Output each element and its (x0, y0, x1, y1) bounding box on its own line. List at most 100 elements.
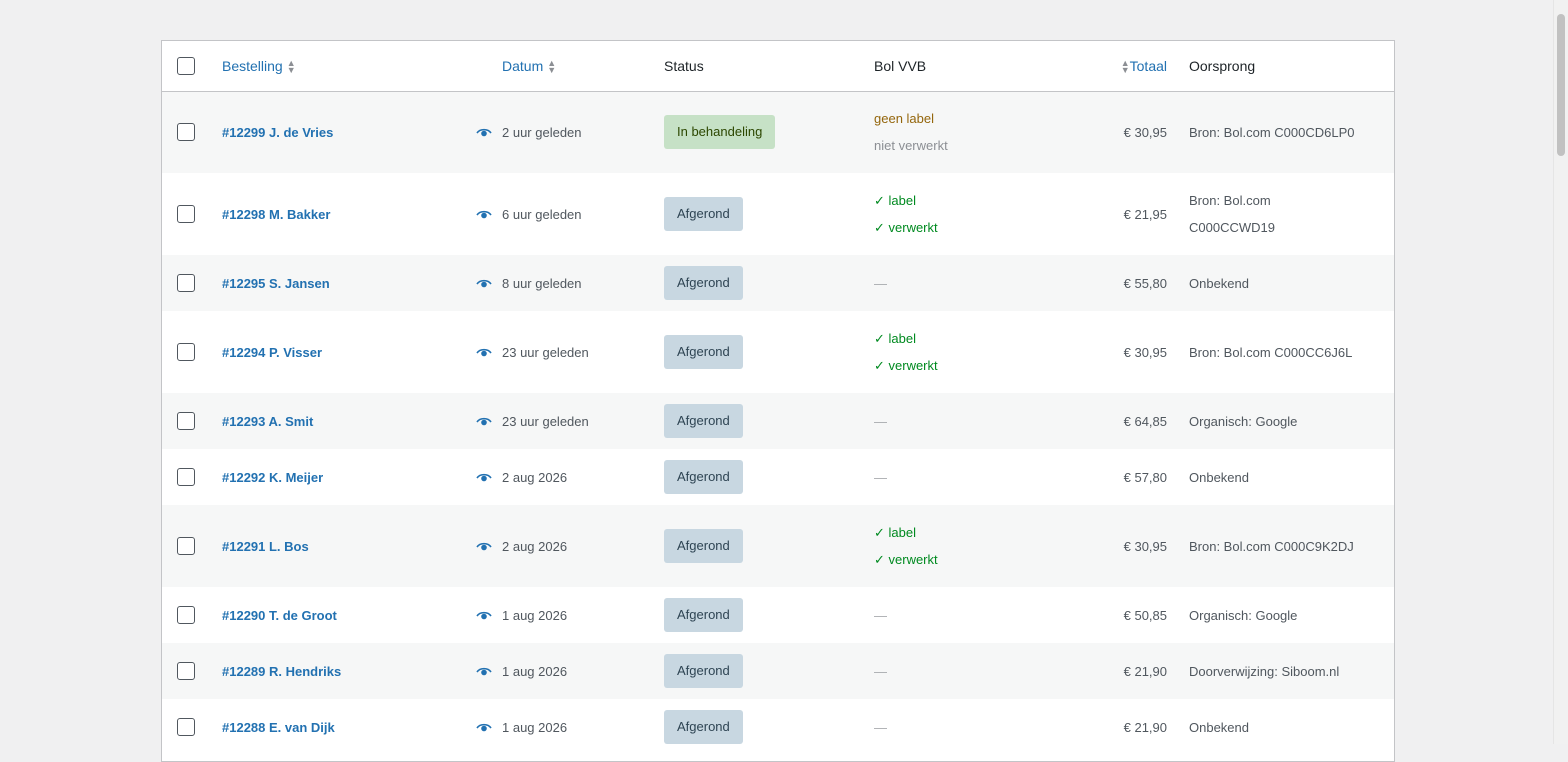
table-row[interactable]: #12295 S. Jansen 8 uur geleden Afgerond … (162, 255, 1394, 311)
table-row[interactable]: #12290 T. de Groot 1 aug 2026 Afgerond —… (162, 587, 1394, 643)
order-link[interactable]: #12295 S. Jansen (222, 276, 330, 291)
row-checkbox-cell (162, 449, 208, 505)
eye-icon[interactable] (476, 611, 492, 621)
row-checkbox[interactable] (177, 205, 195, 223)
column-status: Status (664, 57, 704, 74)
sort-total-link[interactable]: Totaal (1130, 58, 1167, 74)
order-cell: #12293 A. Smit (208, 393, 432, 449)
preview-cell (432, 173, 502, 255)
table-row[interactable]: #12293 A. Smit 23 uur geleden Afgerond —… (162, 393, 1394, 449)
row-checkbox[interactable] (177, 662, 195, 680)
bol-status-line: — (874, 663, 887, 679)
sort-order-link[interactable]: Bestelling (222, 58, 283, 74)
status-badge: Afgerond (664, 460, 743, 494)
status-cell: Afgerond (664, 449, 874, 505)
sort-arrows-icon[interactable]: ▲ ▼ (287, 58, 296, 74)
order-date: 8 uur geleden (502, 275, 582, 291)
order-total: € 21,90 (1123, 663, 1167, 679)
status-cell: Afgerond (664, 699, 874, 755)
bol-status-line: ✓ verwerkt (874, 358, 938, 373)
status-cell: Afgerond (664, 643, 874, 699)
bol-status-line: — (874, 719, 887, 735)
order-link[interactable]: #12293 A. Smit (222, 414, 313, 429)
order-link[interactable]: #12292 K. Meijer (222, 470, 323, 485)
column-origin: Oorsprong (1189, 57, 1256, 74)
order-cell: #12295 S. Jansen (208, 255, 432, 311)
scrollbar-thumb[interactable] (1557, 14, 1565, 156)
order-link[interactable]: #12290 T. de Groot (222, 608, 337, 623)
column-date[interactable]: Datum ▲ ▼ (502, 41, 664, 91)
origin-text: Onbekend (1189, 719, 1249, 735)
row-checkbox[interactable] (177, 468, 195, 486)
row-checkbox[interactable] (177, 274, 195, 292)
table-row[interactable]: #12291 L. Bos 2 aug 2026 Afgerond ✓ labe… (162, 505, 1394, 587)
select-all-checkbox[interactable] (177, 56, 195, 75)
status-cell: Afgerond (664, 505, 874, 587)
row-checkbox[interactable] (177, 718, 195, 736)
bol-status-line: ✓ verwerkt (874, 220, 938, 235)
bol-status-line: niet verwerkt (874, 138, 948, 154)
row-checkbox-cell (162, 505, 208, 587)
column-total[interactable]: ▲ ▼ Totaal (1114, 41, 1189, 91)
sort-arrows-icon[interactable]: ▲ ▼ (1121, 58, 1130, 74)
eye-icon[interactable] (476, 667, 492, 677)
eye-icon[interactable] (476, 279, 492, 289)
order-origin: Bron: Bol.com C000CCWD19 (1189, 173, 1394, 255)
order-total: € 50,85 (1123, 607, 1167, 623)
order-date: 23 uur geleden (502, 413, 589, 429)
order-cell: #12288 E. van Dijk (208, 699, 432, 755)
eye-icon[interactable] (476, 723, 492, 733)
status-cell: Afgerond (664, 393, 874, 449)
row-checkbox-cell (162, 393, 208, 449)
table-row[interactable]: #12288 E. van Dijk 1 aug 2026 Afgerond —… (162, 699, 1394, 755)
bol-cell: ✓ label ✓ verwerkt (874, 173, 1114, 255)
preview-cell (432, 393, 502, 449)
row-checkbox-cell (162, 91, 208, 173)
row-checkbox[interactable] (177, 412, 195, 430)
bol-status-line: — (874, 275, 887, 291)
eye-icon[interactable] (476, 417, 492, 427)
row-checkbox-cell (162, 311, 208, 393)
table-row[interactable]: #12298 M. Bakker 6 uur geleden Afgerond … (162, 173, 1394, 255)
order-date: 2 uur geleden (502, 124, 582, 140)
status-cell: Afgerond (664, 587, 874, 643)
sort-date-link[interactable]: Datum (502, 58, 543, 74)
eye-icon[interactable] (476, 128, 492, 138)
eye-icon[interactable] (476, 542, 492, 552)
row-checkbox[interactable] (177, 606, 195, 624)
preview-cell (432, 505, 502, 587)
table-row[interactable]: #12299 J. de Vries 2 uur geleden In beha… (162, 91, 1394, 173)
table-row[interactable]: #12294 P. Visser 23 uur geleden Afgerond… (162, 311, 1394, 393)
origin-text: Bron: Bol.com C000CC6J6L (1189, 344, 1353, 360)
bol-cell: ✓ label ✓ verwerkt (874, 505, 1114, 587)
eye-icon[interactable] (476, 348, 492, 358)
order-link[interactable]: #12299 J. de Vries (222, 125, 333, 140)
order-link[interactable]: #12288 E. van Dijk (222, 720, 335, 735)
row-checkbox-cell (162, 173, 208, 255)
table-row[interactable]: #12289 R. Hendriks 1 aug 2026 Afgerond —… (162, 643, 1394, 699)
sort-arrows-icon[interactable]: ▲ ▼ (547, 58, 556, 74)
eye-icon[interactable] (476, 210, 492, 220)
order-link[interactable]: #12289 R. Hendriks (222, 664, 341, 679)
column-order[interactable]: Bestelling ▲ ▼ (208, 41, 432, 91)
page-scrollbar[interactable] (1553, 0, 1568, 744)
table-row[interactable]: #12292 K. Meijer 2 aug 2026 Afgerond — €… (162, 449, 1394, 505)
order-link[interactable]: #12298 M. Bakker (222, 207, 330, 222)
order-date: 1 aug 2026 (502, 663, 568, 679)
order-origin: Bron: Bol.com C000CC6J6L (1189, 311, 1394, 393)
row-checkbox-cell (162, 643, 208, 699)
row-checkbox[interactable] (177, 537, 195, 555)
bol-status-line: ✓ verwerkt (874, 552, 938, 567)
bol-cell: — (874, 587, 1114, 643)
order-link[interactable]: #12294 P. Visser (222, 345, 322, 360)
order-cell: #12298 M. Bakker (208, 173, 432, 255)
order-link[interactable]: #12291 L. Bos (222, 539, 309, 554)
order-origin: Onbekend (1189, 255, 1394, 311)
row-checkbox[interactable] (177, 343, 195, 361)
status-badge: Afgerond (664, 529, 743, 563)
status-cell: Afgerond (664, 311, 874, 393)
row-checkbox[interactable] (177, 123, 195, 142)
order-origin: Bron: Bol.com C000CD6LP0 (1189, 91, 1394, 173)
eye-icon[interactable] (476, 473, 492, 483)
status-badge: Afgerond (664, 598, 743, 632)
